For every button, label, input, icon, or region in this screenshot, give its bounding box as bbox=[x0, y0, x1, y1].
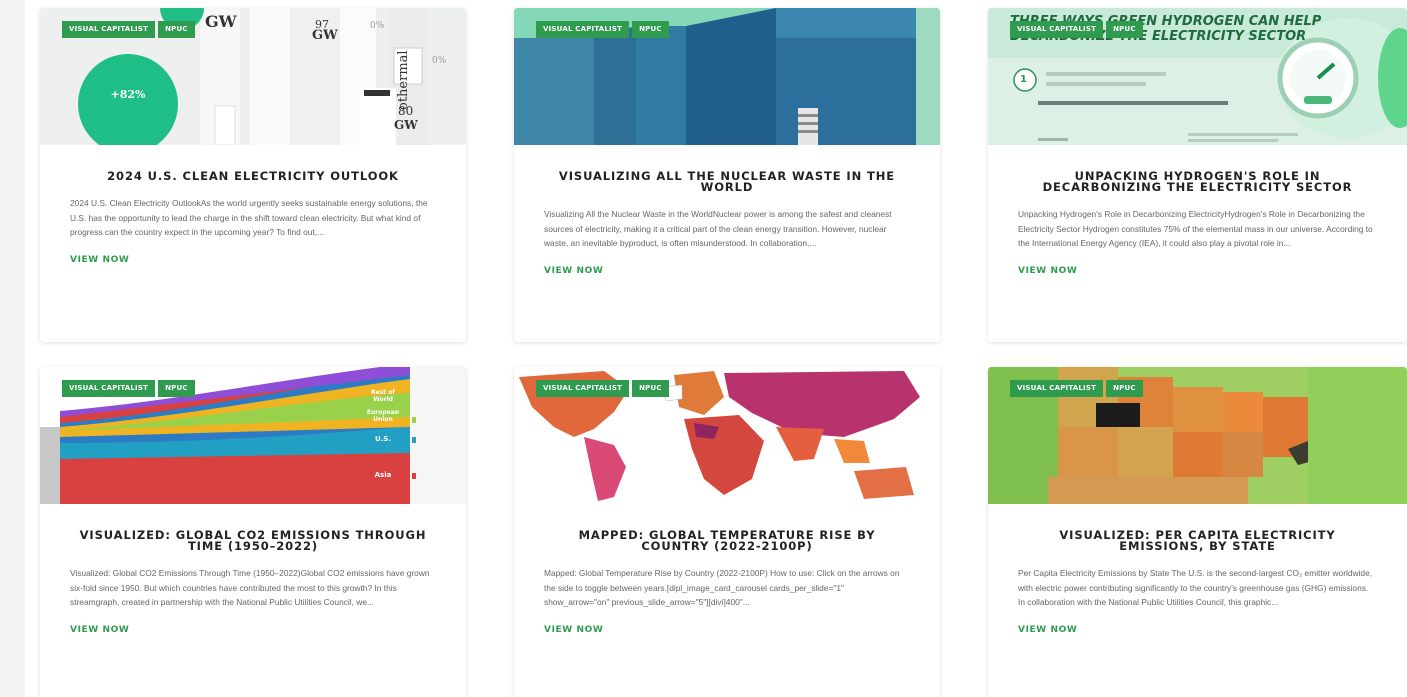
article-card: VISUAL CAPITALIST NPUC VISUALIZING ALL T… bbox=[514, 8, 940, 342]
card-excerpt: Visualized: Global CO2 Emissions Through… bbox=[70, 568, 430, 607]
tag-npuc[interactable]: NPUC bbox=[158, 21, 195, 38]
view-now-link[interactable]: VIEW NOW bbox=[70, 255, 129, 265]
series-label: Rest of World bbox=[371, 389, 395, 403]
article-thumbnail[interactable]: Rest of World European Union U.S. Asia V… bbox=[40, 367, 466, 504]
infographic-label: othermal bbox=[396, 50, 411, 110]
view-now-link[interactable]: VIEW NOW bbox=[70, 625, 129, 635]
card-title[interactable]: MAPPED: GLOBAL TEMPERATURE RISE BY COUNT… bbox=[544, 529, 910, 552]
article-thumbnail[interactable]: VISUAL CAPITALIST NPUC bbox=[514, 367, 940, 504]
card-title[interactable]: 2024 U.S. CLEAN ELECTRICITY OUTLOOK bbox=[70, 170, 436, 182]
infographic-value: +82% bbox=[110, 88, 146, 101]
article-thumbnail[interactable]: GW 97 GW 0% 0% 80 GW +82% othermal VISUA… bbox=[40, 8, 466, 145]
article-thumbnail[interactable]: VISUAL CAPITALIST NPUC bbox=[988, 367, 1407, 504]
infographic-value: 0% bbox=[432, 56, 447, 66]
view-now-link[interactable]: VIEW NOW bbox=[544, 266, 603, 276]
tag-visual-capitalist[interactable]: VISUAL CAPITALIST bbox=[536, 380, 630, 397]
tag-visual-capitalist[interactable]: VISUAL CAPITALIST bbox=[62, 21, 156, 38]
card-title[interactable]: VISUALIZING ALL THE NUCLEAR WASTE IN THE… bbox=[544, 170, 910, 193]
article-card: VISUAL CAPITALIST NPUC MAPPED: GLOBAL TE… bbox=[514, 367, 940, 697]
tag-visual-capitalist[interactable]: VISUAL CAPITALIST bbox=[62, 380, 156, 397]
tag-npuc[interactable]: NPUC bbox=[632, 21, 669, 38]
tag-list: VISUAL CAPITALIST NPUC bbox=[62, 380, 195, 397]
article-thumbnail[interactable]: VISUAL CAPITALIST NPUC bbox=[514, 8, 940, 145]
tag-visual-capitalist[interactable]: VISUAL CAPITALIST bbox=[1010, 380, 1104, 397]
card-title[interactable]: VISUALIZED: GLOBAL CO2 EMISSIONS THROUGH… bbox=[70, 529, 436, 552]
series-label: European Union bbox=[366, 409, 400, 423]
article-card: GW 97 GW 0% 0% 80 GW +82% othermal VISUA… bbox=[40, 8, 466, 342]
tag-list: VISUAL CAPITALIST NPUC bbox=[536, 21, 669, 38]
card-excerpt: Unpacking Hydrogen's Role in Decarbonizi… bbox=[1018, 209, 1373, 248]
series-label: U.S. bbox=[374, 435, 392, 443]
card-excerpt: Mapped: Global Temperature Rise by Count… bbox=[544, 568, 900, 607]
tag-npuc[interactable]: NPUC bbox=[1106, 21, 1143, 38]
tag-npuc[interactable]: NPUC bbox=[632, 380, 669, 397]
step-number: 1 bbox=[1020, 74, 1027, 85]
card-excerpt: Per Capita Electricity Emissions by Stat… bbox=[1018, 568, 1373, 607]
tag-list: VISUAL CAPITALIST NPUC bbox=[536, 380, 669, 397]
infographic-label: GW bbox=[394, 118, 418, 132]
tag-npuc[interactable]: NPUC bbox=[158, 380, 195, 397]
card-title[interactable]: UNPACKING HYDROGEN'S ROLE IN DECARBONIZI… bbox=[1018, 170, 1377, 193]
view-now-link[interactable]: VIEW NOW bbox=[544, 625, 603, 635]
tag-visual-capitalist[interactable]: VISUAL CAPITALIST bbox=[536, 21, 630, 38]
card-title[interactable]: VISUALIZED: PER CAPITA ELECTRICITY EMISS… bbox=[1018, 529, 1377, 552]
view-now-link[interactable]: VIEW NOW bbox=[1018, 625, 1077, 635]
infographic-value: 0% bbox=[370, 21, 385, 31]
article-card: Rest of World European Union U.S. Asia V… bbox=[40, 367, 466, 697]
series-label: Asia bbox=[374, 471, 392, 479]
tag-list: VISUAL CAPITALIST NPUC bbox=[1010, 21, 1143, 38]
tag-list: VISUAL CAPITALIST NPUC bbox=[62, 21, 195, 38]
tag-list: VISUAL CAPITALIST NPUC bbox=[1010, 380, 1143, 397]
view-now-link[interactable]: VIEW NOW bbox=[1018, 266, 1077, 276]
article-card: THREE WAYS GREEN HYDROGEN CAN HELP DECAR… bbox=[988, 8, 1407, 342]
tag-npuc[interactable]: NPUC bbox=[1106, 380, 1143, 397]
card-excerpt: 2024 U.S. Clean Electricity OutlookAs th… bbox=[70, 198, 428, 237]
card-excerpt: Visualizing All the Nuclear Waste in the… bbox=[544, 209, 892, 248]
article-thumbnail[interactable]: THREE WAYS GREEN HYDROGEN CAN HELP DECAR… bbox=[988, 8, 1407, 145]
tag-visual-capitalist[interactable]: VISUAL CAPITALIST bbox=[1010, 21, 1104, 38]
article-card: VISUAL CAPITALIST NPUC VISUALIZED: PER C… bbox=[988, 367, 1407, 697]
infographic-label: GW bbox=[205, 12, 237, 31]
infographic-label: GW bbox=[312, 28, 338, 43]
